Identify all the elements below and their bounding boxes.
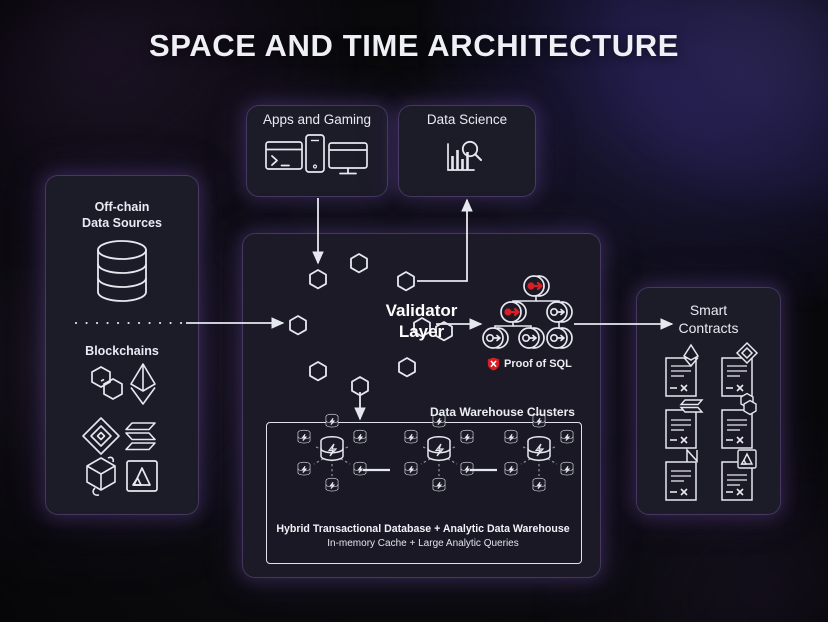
blockchains-label: Blockchains — [85, 344, 159, 358]
proof-of-sql-text: Proof of SQL — [504, 358, 572, 370]
off-chain-label: Off-chain Data Sources — [46, 200, 198, 231]
data-warehouse-clusters-title: Data Warehouse Clusters — [430, 405, 575, 419]
validator-layer-label: Validator Layer — [243, 300, 600, 343]
proof-of-sql-label-group: Proof of SQL — [487, 357, 572, 371]
apps-and-gaming-label: Apps and Gaming — [262, 112, 372, 127]
off-chain-label-line2: Data Sources — [82, 215, 162, 230]
red-shield-icon — [487, 357, 500, 371]
smart-contracts-label-line2: Contracts — [678, 319, 739, 336]
page-title: SPACE AND TIME ARCHITECTURE — [148, 28, 679, 63]
validator-layer-label-line1: Validator — [385, 301, 458, 320]
data-science-label: Data Science — [426, 112, 508, 127]
warehouse-caption-line1: Hybrid Transactional Database + Analytic… — [276, 523, 570, 535]
architecture-diagram: SPACE AND TIME ARCHITECTURE Apps and Gam… — [0, 0, 828, 622]
warehouse-caption-line2: In-memory Cache + Large Analytic Queries — [327, 538, 519, 549]
off-chain-label-line1: Off-chain — [94, 200, 150, 214]
smart-contracts-label: Smart Contracts — [637, 302, 780, 337]
smart-contracts-label-line1: Smart — [689, 302, 728, 318]
validator-layer-label-line2: Layer — [398, 322, 445, 342]
